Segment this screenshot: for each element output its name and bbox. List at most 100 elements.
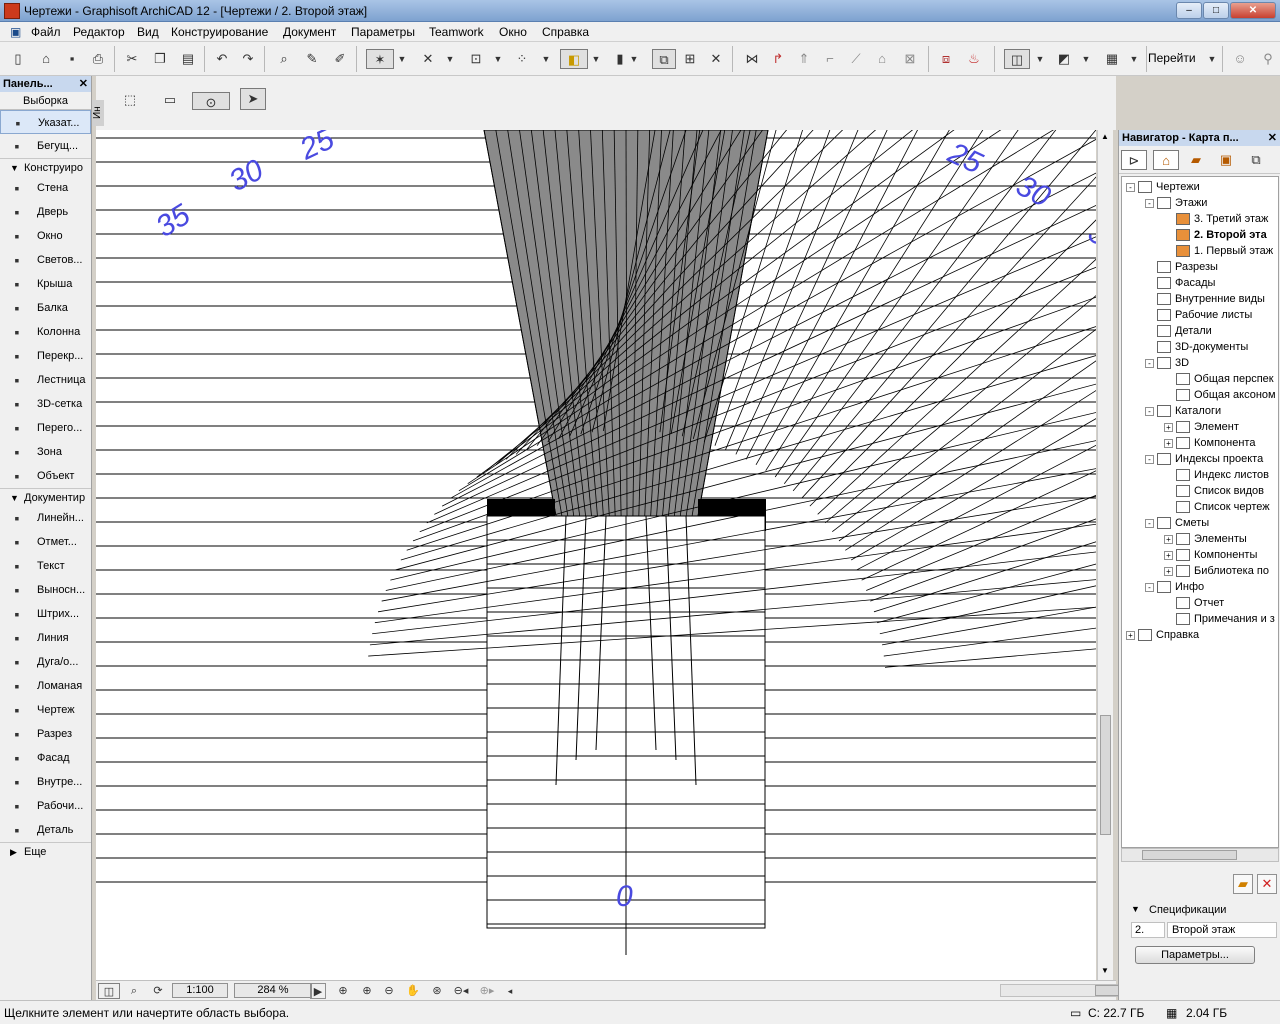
tree-item[interactable]: - Инфо [1145, 579, 1204, 595]
tree-item[interactable]: - Этажи [1145, 195, 1207, 211]
drawing-canvas[interactable]: 25 30 35 25 30 35 0 [96, 130, 1096, 980]
navigator-close-button[interactable]: ✕ [1268, 130, 1277, 146]
tool-curtain-wall[interactable]: ▪ Перего... [0, 416, 91, 440]
scroll-down-icon[interactable]: ▼ [1101, 966, 1109, 975]
tree-item[interactable]: Общая аксоном [1164, 387, 1276, 403]
tool-door[interactable]: ▪ Дверь [0, 200, 91, 224]
geometry-method-icon[interactable]: ⊙ [192, 92, 230, 110]
zoom-view-icon[interactable]: ⌕ [124, 983, 144, 999]
document-menu-icon[interactable]: ▣ [10, 25, 21, 39]
tree-item[interactable]: - Индексы проекта [1145, 451, 1263, 467]
scroll-thumb[interactable] [1100, 715, 1111, 835]
dropdown-arrow-icon[interactable]: ▼ [444, 49, 456, 69]
tree-item[interactable]: Индекс листов [1164, 467, 1269, 483]
scroll-left-icon[interactable]: ◂ [504, 983, 516, 999]
expand-icon[interactable]: + [1164, 422, 1173, 432]
collapse-icon[interactable]: - [1126, 182, 1135, 192]
tool-label[interactable]: ▪ Выносн... [0, 578, 91, 602]
delete-item-icon[interactable]: ✕ [1257, 874, 1277, 894]
save-icon[interactable]: ▪ [62, 49, 82, 69]
layer-icon[interactable]: ◧ [560, 49, 588, 69]
menu-file[interactable]: Файл [31, 25, 61, 39]
tool-text[interactable]: ▪ Текст [0, 554, 91, 578]
expand-icon[interactable]: + [1164, 438, 1173, 448]
3d-view-icon[interactable]: ◩ [1054, 49, 1074, 69]
tool-slab[interactable]: ▪ Перекр... [0, 344, 91, 368]
previous-zoom-icon[interactable]: ⊖◂ [450, 983, 472, 999]
elevation-marker-icon[interactable]: ⊞ [680, 49, 700, 69]
tree-item[interactable]: Фасады [1145, 275, 1215, 291]
lock-icon[interactable]: ▮ [610, 49, 630, 69]
tree-item[interactable]: Рабочие листы [1145, 307, 1252, 323]
tool-marquee[interactable]: ▪ Бегущ... [0, 134, 91, 158]
close-button[interactable]: ✕ [1230, 2, 1276, 19]
dropdown-arrow-icon[interactable]: ▼ [492, 49, 504, 69]
scroll-up-icon[interactable]: ▲ [1101, 132, 1109, 141]
tool-section[interactable]: ▪ Разрез [0, 722, 91, 746]
tree-item[interactable]: 2. Второй эта [1164, 227, 1267, 243]
tool-fill[interactable]: ▪ Штрих... [0, 602, 91, 626]
fillet-icon[interactable]: ⌐ [820, 49, 840, 69]
info-box-tab[interactable]: Ин [92, 100, 104, 126]
selection-method-icon[interactable]: ⬚ [120, 90, 140, 110]
tree-item[interactable]: + Библиотека по [1164, 563, 1269, 579]
tool-line[interactable]: ▪ Линия [0, 626, 91, 650]
dropdown-arrow-icon[interactable]: ▼ [1206, 49, 1218, 69]
tool-polyline[interactable]: ▪ Ломаная [0, 674, 91, 698]
undo-icon[interactable]: ↶ [212, 49, 232, 69]
fit-window-icon[interactable]: ⊛ [428, 983, 446, 999]
cut-icon[interactable]: ✂ [122, 49, 142, 69]
collapse-icon[interactable]: - [1145, 582, 1154, 592]
zoom-field[interactable]: 284 % [234, 983, 312, 998]
explode-icon[interactable]: ⊠ [900, 49, 920, 69]
solid-ops-icon[interactable]: ♨ [964, 49, 984, 69]
layout-book-icon[interactable]: ▣ [1213, 150, 1239, 170]
tree-item[interactable]: - Каталоги [1145, 403, 1221, 419]
dropdown-arrow-icon[interactable]: ▼ [1034, 49, 1046, 69]
tool-elevation[interactable]: ▪ Фасад [0, 746, 91, 770]
menu-view[interactable]: Вид [137, 25, 159, 39]
vertical-scrollbar[interactable]: ▲ ▼ [1097, 130, 1113, 980]
split-icon[interactable]: ⋈ [742, 49, 762, 69]
tree-horizontal-scrollbar[interactable] [1121, 848, 1279, 862]
parameters-button[interactable]: Параметры... [1135, 946, 1255, 964]
zoom-in-area-icon[interactable]: ⊕ [334, 983, 352, 999]
tree-item[interactable]: Отчет [1164, 595, 1224, 611]
expand-icon[interactable]: + [1164, 550, 1173, 560]
pick-up-icon[interactable]: ✎ [302, 49, 322, 69]
tool-worksheet[interactable]: ▪ Рабочи... [0, 794, 91, 818]
spec-number-field[interactable]: 2. [1131, 922, 1165, 938]
tool-interior[interactable]: ▪ Внутре... [0, 770, 91, 794]
dropdown-arrow-icon[interactable]: ▼ [396, 49, 408, 69]
zoom-in-icon[interactable]: ⊕ [358, 983, 376, 999]
collapse-icon[interactable]: - [1145, 454, 1154, 464]
next-zoom-icon[interactable]: ⊕▸ [476, 983, 498, 999]
expand-icon[interactable]: + [1164, 534, 1173, 544]
tool-beam[interactable]: ▪ Балка [0, 296, 91, 320]
tree-item[interactable]: 3D-документы [1145, 339, 1248, 355]
view-map-icon[interactable]: ▰ [1183, 150, 1209, 170]
paste-icon[interactable]: ▤ [178, 49, 198, 69]
collapse-icon[interactable]: - [1145, 198, 1154, 208]
guide-lines-icon[interactable]: ✶ [366, 49, 394, 69]
tree-item[interactable]: + Справка [1126, 627, 1199, 643]
menu-design[interactable]: Конструирование [171, 25, 268, 39]
tool-zone[interactable]: ▪ Зона [0, 440, 91, 464]
section-more[interactable]: ▶ Еще [0, 842, 91, 860]
tool-dimension[interactable]: ▪ Линейн... [0, 506, 91, 530]
tool-roof[interactable]: ▪ Крыша [0, 272, 91, 296]
scale-field[interactable]: 1:100 [172, 983, 228, 998]
tree-item[interactable]: + Компонента [1164, 435, 1255, 451]
tool-stair[interactable]: ▪ Лестница [0, 368, 91, 392]
tree-item[interactable]: 1. Первый этаж [1164, 243, 1273, 259]
tree-item[interactable]: Разрезы [1145, 259, 1218, 275]
menu-help[interactable]: Справка [542, 25, 589, 39]
pointer-arrow-icon[interactable]: ➤ [240, 88, 266, 110]
maximize-button[interactable]: □ [1203, 2, 1229, 19]
delete-icon[interactable]: ✕ [706, 49, 726, 69]
offset-icon[interactable]: ⟋ [846, 49, 866, 69]
tree-item[interactable]: Примечания и з [1164, 611, 1275, 627]
tree-item[interactable]: Список видов [1164, 483, 1264, 499]
tree-item[interactable]: Детали [1145, 323, 1212, 339]
menu-document[interactable]: Документ [283, 25, 336, 39]
